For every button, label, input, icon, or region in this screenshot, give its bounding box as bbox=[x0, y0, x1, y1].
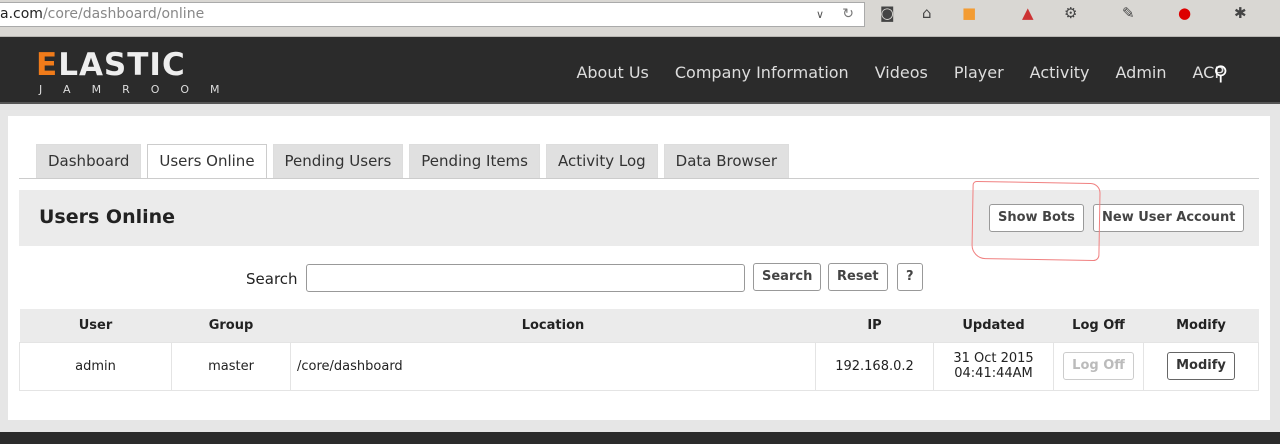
adblock-icon[interactable]: ● bbox=[1178, 4, 1191, 22]
cell-logoff: Log Off bbox=[1053, 341, 1144, 391]
updated-time: 04:41:44AM bbox=[954, 366, 1033, 381]
url-path: /core/dashboard/online bbox=[42, 6, 205, 22]
tab-bar: Dashboard Users Online Pending Users Pen… bbox=[36, 144, 790, 179]
tab-users-online[interactable]: Users Online bbox=[147, 144, 267, 179]
search-input[interactable] bbox=[306, 264, 745, 292]
browser-toolbar: a.com/core/dashboard/online ∨ ↻ ◙ ⌂ ■ ▲ ⚙ … bbox=[0, 0, 1280, 37]
annotation-circle bbox=[971, 180, 1101, 262]
col-logoff: Log Off bbox=[1053, 309, 1144, 342]
col-group: Group bbox=[171, 309, 291, 342]
divider bbox=[19, 178, 1259, 179]
main-nav: About Us Company Information Videos Play… bbox=[576, 63, 1224, 82]
col-user: User bbox=[19, 309, 172, 342]
cell-user: admin bbox=[19, 341, 172, 391]
nav-videos[interactable]: Videos bbox=[875, 63, 928, 82]
reload-icon[interactable]: ↻ bbox=[842, 3, 854, 26]
col-location: Location bbox=[290, 309, 816, 342]
search-icon[interactable]: ⚲ bbox=[1213, 61, 1228, 85]
col-modify: Modify bbox=[1143, 309, 1259, 342]
tab-dashboard[interactable]: Dashboard bbox=[36, 144, 142, 178]
addon-icon[interactable]: ✱ bbox=[1234, 4, 1247, 22]
page-title: Users Online bbox=[39, 206, 176, 228]
cell-location: /core/dashboard bbox=[290, 341, 816, 391]
logo[interactable]: ELASTIC JAMROOM bbox=[36, 47, 220, 96]
table-row: admin master /core/dashboard 192.168.0.2… bbox=[19, 341, 1259, 391]
tab-data-browser[interactable]: Data Browser bbox=[663, 144, 790, 178]
cell-modify: Modify bbox=[1143, 341, 1259, 391]
footer bbox=[0, 432, 1280, 444]
dropdown-icon[interactable]: ∨ bbox=[816, 3, 824, 26]
nav-company-information[interactable]: Company Information bbox=[675, 63, 849, 82]
nav-admin[interactable]: Admin bbox=[1116, 63, 1167, 82]
tab-activity-log[interactable]: Activity Log bbox=[546, 144, 658, 178]
nav-about-us[interactable]: About Us bbox=[576, 63, 648, 82]
table-header: User Group Location IP Updated Log Off M… bbox=[19, 309, 1259, 342]
search-label: Search bbox=[246, 270, 298, 288]
help-button[interactable]: ? bbox=[897, 263, 923, 291]
cell-updated: 31 Oct 2015 04:41:44AM bbox=[933, 341, 1054, 391]
users-table: User Group Location IP Updated Log Off M… bbox=[19, 309, 1259, 391]
site-header: ELASTIC JAMROOM About Us Company Informat… bbox=[0, 37, 1280, 104]
tab-pending-items[interactable]: Pending Items bbox=[409, 144, 540, 178]
cell-group: master bbox=[171, 341, 291, 391]
nav-activity[interactable]: Activity bbox=[1030, 63, 1090, 82]
url-domain: a.com bbox=[0, 6, 43, 22]
gear-icon[interactable]: ⚙ bbox=[1064, 4, 1077, 22]
cell-ip: 192.168.0.2 bbox=[815, 341, 934, 391]
rss-icon[interactable]: ■ bbox=[962, 4, 976, 22]
eyedropper-icon[interactable]: ✎ bbox=[1122, 4, 1135, 22]
new-user-account-button[interactable]: New User Account bbox=[1093, 204, 1245, 232]
home-icon[interactable]: ⌂ bbox=[922, 4, 932, 22]
reset-button[interactable]: Reset bbox=[828, 263, 888, 291]
log-off-button[interactable]: Log Off bbox=[1063, 352, 1134, 380]
col-updated: Updated bbox=[933, 309, 1054, 342]
nav-player[interactable]: Player bbox=[954, 63, 1004, 82]
pocket-icon[interactable]: ◙ bbox=[880, 4, 895, 22]
col-ip: IP bbox=[815, 309, 934, 342]
search-button[interactable]: Search bbox=[753, 263, 822, 291]
url-bar[interactable]: a.com/core/dashboard/online ∨ ↻ bbox=[0, 2, 865, 27]
modify-button[interactable]: Modify bbox=[1167, 352, 1235, 380]
content-panel: Dashboard Users Online Pending Users Pen… bbox=[8, 116, 1270, 420]
extension-icon[interactable]: ▲ bbox=[1022, 4, 1034, 22]
updated-date: 31 Oct 2015 bbox=[953, 351, 1034, 366]
tab-pending-users[interactable]: Pending Users bbox=[272, 144, 404, 178]
